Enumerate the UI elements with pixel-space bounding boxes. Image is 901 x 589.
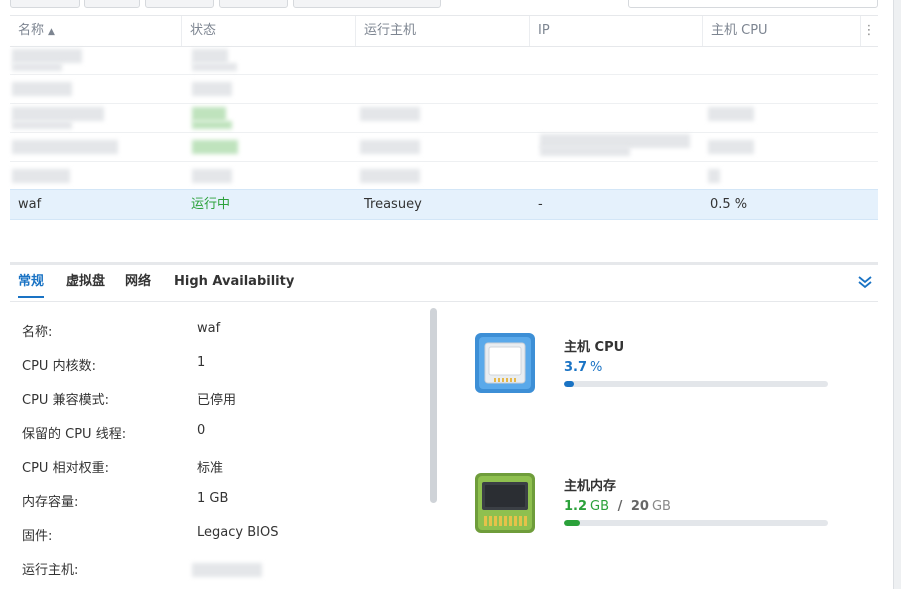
vm-cpu-cell: 0.5 % (710, 197, 748, 212)
table-row[interactable] (10, 74, 878, 104)
detail-value: 0 (197, 423, 206, 438)
toolbar-button-4[interactable] (219, 0, 288, 8)
host-cpu-progress-fill (564, 381, 574, 387)
host-memory-value: 1.2 GB / 20 GB (564, 499, 671, 514)
vm-status-cell: 运行中 (191, 197, 231, 212)
redacted-text (708, 107, 754, 121)
vm-grid-header: 名称 ▲ 状态 运行主机 IP 主机 CPU ⋮ (10, 15, 878, 47)
host-memory-title: 主机内存 (564, 479, 617, 494)
host-cpu-progress (564, 381, 828, 387)
table-row[interactable] (10, 161, 878, 191)
tab-general[interactable]: 常规 (18, 265, 45, 298)
detail-value: waf (197, 321, 221, 336)
detail-label: 保留的 CPU 线程: (22, 427, 127, 442)
redacted-text (540, 146, 630, 156)
vm-name-cell: waf (18, 197, 42, 212)
redacted-text (192, 63, 237, 71)
sort-ascending-icon: ▲ (48, 27, 55, 37)
redacted-text (12, 169, 70, 183)
redacted-text (12, 63, 62, 71)
redacted-text (708, 140, 754, 154)
tab-virtual-disk[interactable]: 虚拟盘 (66, 265, 105, 298)
detail-label: 名称: (22, 325, 53, 340)
detail-scrollbar[interactable] (430, 308, 437, 503)
detail-label: 运行主机: (22, 563, 79, 578)
detail-label: CPU 相对权重: (22, 461, 109, 476)
detail-label: CPU 兼容模式: (22, 393, 109, 408)
redacted-text (360, 169, 420, 183)
vm-ip-cell: - (538, 197, 543, 212)
vertical-scrollbar[interactable] (893, 0, 901, 589)
redacted-text (12, 49, 82, 63)
table-row[interactable] (10, 103, 878, 133)
column-header-host[interactable]: 运行主机 (356, 16, 530, 46)
column-menu-icon[interactable]: ⋮ (860, 16, 878, 46)
vm-host-cell: Treasuey (364, 197, 422, 212)
detail-tabs: 常规 虚拟盘 网络 High Availability (10, 262, 878, 302)
column-header-host-cpu[interactable]: 主机 CPU (703, 16, 861, 46)
table-row-selected[interactable]: waf 运行中 Treasuey - 0.5 % (10, 189, 878, 220)
redacted-text (12, 140, 118, 154)
host-cpu-title: 主机 CPU (564, 340, 625, 355)
host-memory-progress (564, 520, 828, 526)
redacted-text (12, 82, 72, 96)
toolbar-button-3[interactable] (145, 0, 214, 8)
detail-value: 已停用 (197, 393, 237, 408)
redacted-text (12, 107, 104, 121)
redacted-text (192, 82, 232, 96)
toolbar-button-5[interactable] (293, 0, 441, 8)
detail-label: CPU 内核数: (22, 359, 96, 374)
redacted-text (192, 121, 232, 129)
detail-value: 标准 (197, 461, 224, 476)
redacted-text (192, 563, 262, 577)
redacted-text (708, 169, 720, 183)
cpu-chip-icon (475, 333, 535, 393)
detail-value: 1 GB (197, 491, 229, 506)
detail-label: 内存容量: (22, 495, 79, 510)
tab-network[interactable]: 网络 (125, 265, 151, 298)
table-row[interactable] (10, 45, 878, 75)
redacted-text (360, 140, 420, 154)
redacted-text (192, 140, 238, 154)
detail-value: Legacy BIOS (197, 525, 279, 540)
double-chevron-down-icon[interactable] (856, 273, 874, 291)
redacted-text (192, 49, 228, 63)
column-header-name[interactable]: 名称 ▲ (10, 16, 182, 46)
host-memory-progress-fill (564, 520, 580, 526)
detail-value: 1 (197, 355, 206, 370)
redacted-text (192, 107, 226, 121)
detail-label: 固件: (22, 529, 53, 544)
toolbar-button-2[interactable] (84, 0, 140, 8)
host-cpu-value: 3.7% (564, 360, 603, 375)
toolbar-button-1[interactable] (10, 0, 80, 8)
search-input[interactable] (628, 0, 878, 8)
redacted-text (360, 107, 420, 121)
column-header-status[interactable]: 状态 (182, 16, 356, 46)
memory-module-icon (475, 473, 535, 533)
redacted-text (12, 121, 72, 129)
table-row[interactable] (10, 132, 878, 162)
redacted-text (192, 169, 232, 183)
tab-high-availability[interactable]: High Availability (174, 265, 294, 298)
column-header-ip[interactable]: IP (530, 16, 703, 46)
